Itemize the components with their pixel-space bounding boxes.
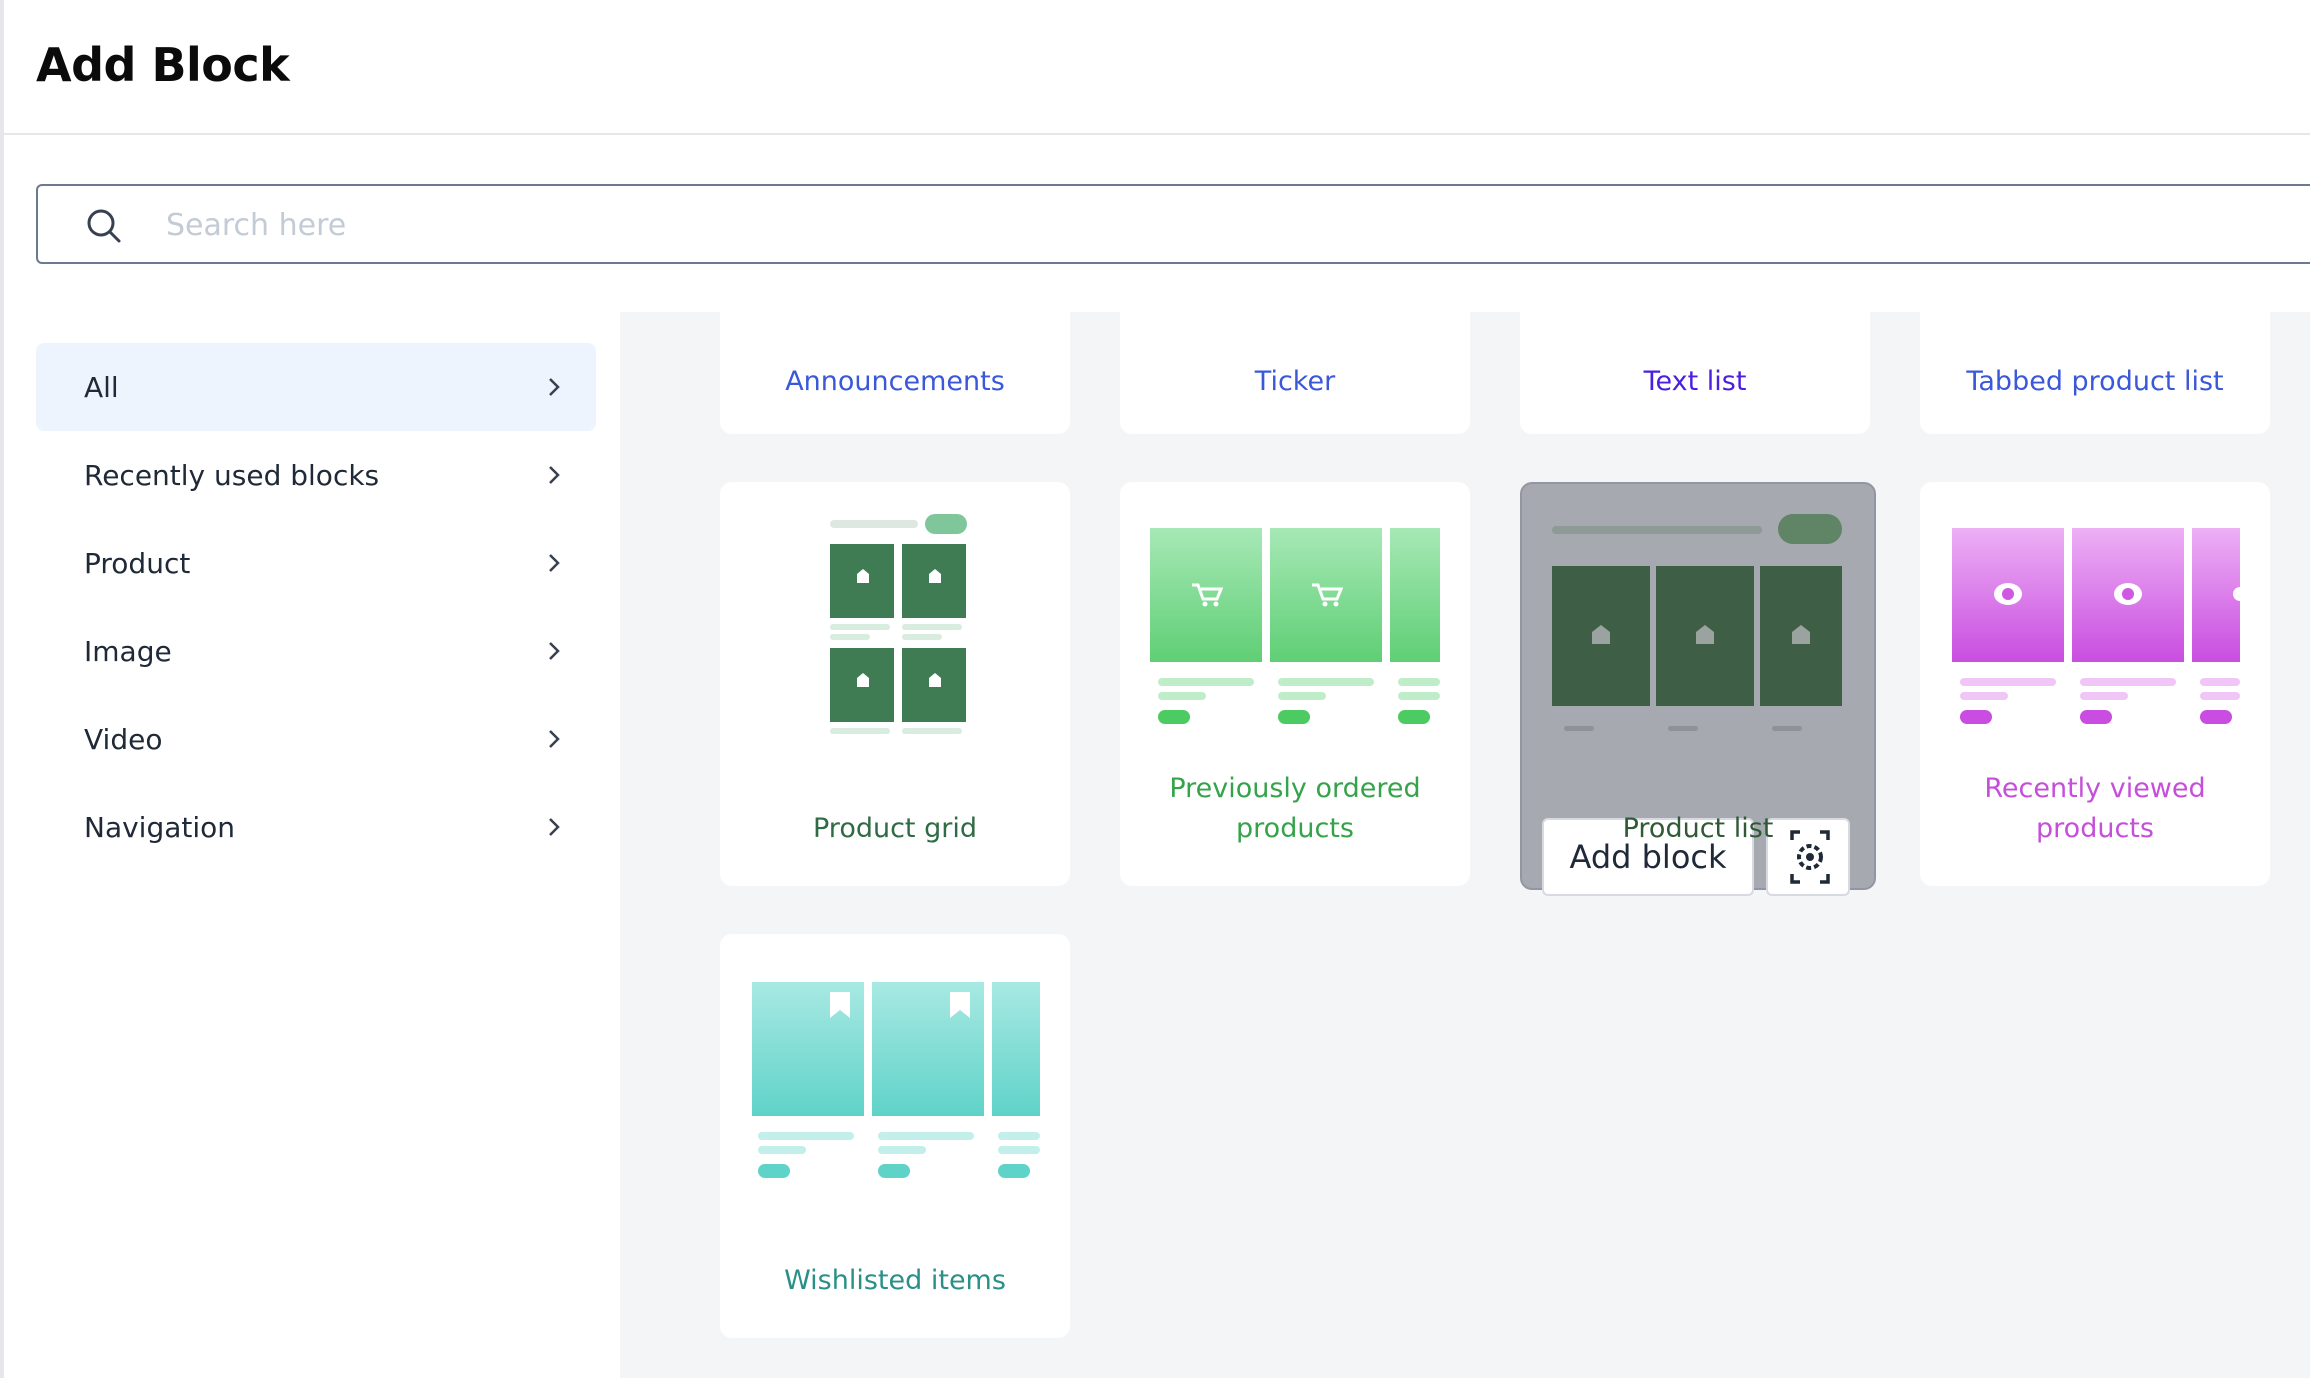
sidebar-item-product[interactable]: Product (36, 519, 596, 607)
search-box[interactable] (36, 184, 2310, 264)
sidebar-item-image[interactable]: Image (36, 607, 596, 695)
block-card-announcements[interactable]: Announcements (720, 312, 1070, 434)
block-label: Text list (1643, 366, 1747, 397)
page-title: Add Block (36, 38, 290, 92)
product-list-illustration (1552, 514, 1842, 731)
sidebar-item-video[interactable]: Video (36, 695, 596, 783)
block-card-recently-viewed[interactable]: Recently viewed products (1920, 482, 2270, 886)
product-grid-illustration (830, 514, 967, 734)
chevron-right-icon (549, 378, 560, 396)
block-card-tabbed-product-list[interactable]: Tabbed product list (1920, 312, 2270, 434)
block-card-text-list[interactable]: Text list (1520, 312, 1870, 434)
chevron-right-icon (549, 554, 560, 572)
chevron-right-icon (549, 466, 560, 484)
wishlisted-illustration (752, 982, 1040, 1178)
block-card-ticker[interactable]: Ticker (1120, 312, 1470, 434)
sidebar-item-label: Product (84, 547, 191, 580)
sidebar-item-label: Navigation (84, 811, 236, 844)
block-card-previously-ordered[interactable]: Previously ordered products (1120, 482, 1470, 886)
sidebar-item-all[interactable]: All (36, 343, 596, 431)
block-label: Wishlisted items (784, 1265, 1006, 1296)
window-edge (0, 0, 4, 1378)
dialog-header: Add Block (0, 0, 2310, 135)
sidebar-item-label: Image (84, 635, 172, 668)
previously-ordered-illustration (1150, 528, 1440, 724)
block-label: Product list (1622, 813, 1774, 844)
search-icon (87, 209, 121, 243)
block-card-product-list[interactable]: Add block Product list (1520, 482, 1876, 896)
block-label: Announcements (785, 366, 1005, 397)
chevron-right-icon (549, 730, 560, 748)
sidebar-item-recently-used[interactable]: Recently used blocks (36, 431, 596, 519)
sidebar-item-label: Video (84, 723, 163, 756)
sidebar-item-label: All (84, 371, 119, 404)
recently-viewed-illustration (1952, 528, 2240, 724)
sidebar-item-navigation[interactable]: Navigation (36, 783, 596, 871)
block-label: Product grid (813, 813, 977, 844)
block-label: Previously ordered products (1169, 773, 1421, 844)
category-sidebar: All Recently used blocks Product Image V… (36, 343, 596, 871)
block-label: Tabbed product list (1966, 366, 2224, 397)
chevron-right-icon (549, 642, 560, 660)
sidebar-item-label: Recently used blocks (84, 459, 380, 492)
block-grid: Announcements Ticker Text list Tabbed pr… (620, 312, 2310, 1378)
block-card-wishlisted[interactable]: Wishlisted items (720, 934, 1070, 1338)
add-block-dialog: Add Block All Recently used blocks Produ… (0, 0, 2310, 1378)
block-card-product-grid[interactable]: Product grid (720, 482, 1070, 886)
chevron-right-icon (549, 818, 560, 836)
block-label: Ticker (1254, 366, 1336, 397)
search-input[interactable] (166, 200, 1966, 250)
block-label: Recently viewed products (1984, 773, 2206, 844)
